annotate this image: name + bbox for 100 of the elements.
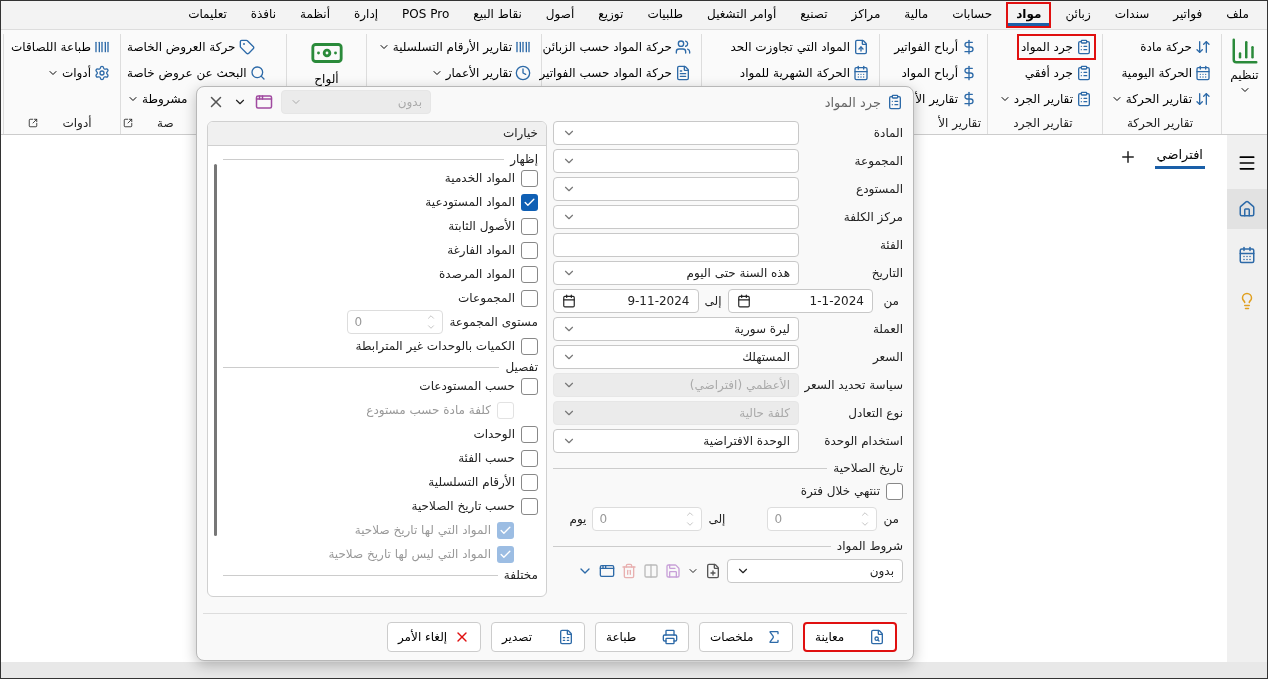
- checkbox-label: المواد المستودعية: [425, 195, 515, 209]
- ribbon-item[interactable]: تقارير الأعمار: [426, 60, 535, 86]
- ribbon-item[interactable]: تقارير الأ: [911, 86, 981, 112]
- date-field[interactable]: 1-1-2024: [727, 289, 873, 313]
- menu-tab[interactable]: فواتير: [1163, 2, 1213, 28]
- checkbox[interactable]: [521, 473, 538, 491]
- delete-icon[interactable]: [621, 563, 637, 579]
- checkbox[interactable]: [521, 241, 538, 259]
- new-file-icon[interactable]: [705, 563, 721, 579]
- scrollbar[interactable]: [214, 164, 217, 536]
- menu-tab[interactable]: إدارة: [344, 2, 389, 28]
- clipboard-icon: [887, 94, 903, 110]
- ribbon-item[interactable]: الحركة اليومية: [1117, 60, 1215, 86]
- dropdown-field[interactable]: [553, 121, 799, 145]
- checkbox[interactable]: [521, 289, 538, 307]
- ribbon-item[interactable]: حركة العروض الخاصة: [123, 34, 259, 60]
- unit-label: يوم: [569, 512, 587, 526]
- form-icon[interactable]: [255, 93, 273, 111]
- checkbox-label: حسب المستودعات: [419, 379, 515, 393]
- menu-tab[interactable]: POS Pro: [392, 2, 460, 28]
- dialog-button[interactable]: ملخصات: [699, 622, 793, 652]
- ribbon-item[interactable]: جرد المواد: [1017, 34, 1096, 60]
- clipboard-icon: [1076, 91, 1092, 107]
- menu-tab[interactable]: مراكز: [841, 2, 891, 28]
- group-label: تقارير الأ: [938, 116, 981, 130]
- tab[interactable]: افتراضي: [1154, 145, 1205, 169]
- ribbon-item[interactable]: أرباح الفواتير: [890, 34, 981, 60]
- ribbon-item[interactable]: المواد التي تجاوزت الحد: [726, 34, 873, 60]
- sidebar-button[interactable]: [1227, 189, 1267, 229]
- clipboard-icon: [1076, 39, 1092, 55]
- checkbox-label: كلفة مادة حسب مستودع: [366, 403, 491, 417]
- dropdown-field[interactable]: المستهلك: [553, 345, 799, 369]
- spin-label: مستوى المجموعة: [449, 315, 538, 329]
- ribbon-item[interactable]: تقارير الجرد: [994, 86, 1096, 112]
- field-label: إلى: [704, 294, 722, 308]
- dropdown-field[interactable]: هذه السنة حتى اليوم: [553, 261, 799, 285]
- dropdown-field[interactable]: [553, 205, 799, 229]
- section-title: تفصيل: [505, 360, 538, 374]
- menu-tab[interactable]: زبائن: [1055, 2, 1101, 28]
- ribbon-button[interactable]: تنظيم: [1221, 34, 1267, 134]
- dialog-button[interactable]: إلغاء الأمر: [387, 622, 481, 652]
- dialog-button[interactable]: معاينة: [803, 622, 897, 652]
- dropdown-field[interactable]: بدون: [727, 559, 903, 583]
- menu-tab[interactable]: ملف: [1216, 2, 1259, 28]
- checkbox[interactable]: [521, 217, 538, 235]
- date-field[interactable]: 9-11-2024: [553, 289, 699, 313]
- ribbon-item[interactable]: مشروطة: [123, 86, 192, 112]
- dollar-icon: [961, 91, 977, 107]
- calendar-icon: [736, 294, 751, 308]
- menu-tab[interactable]: نافذة: [240, 2, 287, 28]
- menu-tab[interactable]: حسابات: [942, 2, 1003, 28]
- checkbox[interactable]: [521, 169, 538, 187]
- menu-tab[interactable]: مواد: [1006, 2, 1052, 28]
- checkbox[interactable]: [521, 497, 538, 515]
- ribbon-item[interactable]: تقارير الأرقام التسلسلية: [373, 34, 535, 60]
- dropdown-field[interactable]: ليرة سورية: [553, 317, 799, 341]
- ribbon-item[interactable]: حركة مادة: [1136, 34, 1215, 60]
- ribbon-item[interactable]: البحث عن عروض خاصة: [123, 60, 270, 86]
- dollar-icon: [961, 65, 977, 81]
- ribbon-item[interactable]: حركة المواد حسب الفواتير: [535, 60, 695, 86]
- ribbon-item[interactable]: طباعة اللصاقات: [7, 34, 114, 60]
- menu-tab[interactable]: تعليمات: [178, 2, 237, 28]
- menu-tab[interactable]: مالية: [894, 2, 939, 28]
- menu-tab[interactable]: أوامر التشغيل: [697, 2, 787, 28]
- window-icon[interactable]: [599, 563, 615, 579]
- ribbon-item[interactable]: جرد أفقي: [1020, 60, 1096, 86]
- field-label: الفئة: [878, 238, 903, 252]
- dialog-button[interactable]: تصدير: [491, 622, 585, 652]
- menu-tab[interactable]: سندات: [1104, 2, 1160, 28]
- menu-tab[interactable]: أصول: [535, 2, 585, 28]
- launcher-icon[interactable]: [123, 118, 133, 128]
- dropdown-field[interactable]: [553, 177, 799, 201]
- dropdown-field[interactable]: الوحدة الافتراضية: [553, 429, 799, 453]
- ribbon-item[interactable]: الحركة الشهرية للمواد: [735, 60, 873, 86]
- save-icon[interactable]: [665, 563, 681, 579]
- ribbon-item[interactable]: تقارير الحركة: [1106, 86, 1215, 112]
- field-label: المادة: [872, 126, 903, 140]
- checkbox-label: حسب تاريخ الصلاحية: [411, 499, 515, 513]
- menu-tab[interactable]: تصنيع: [790, 2, 838, 28]
- checkbox[interactable]: [521, 337, 538, 355]
- dialog-button[interactable]: طباعة: [595, 622, 689, 652]
- checkbox[interactable]: [521, 265, 538, 283]
- menu-tab[interactable]: أنظمة: [290, 2, 340, 28]
- group-label: أدوات: [62, 116, 92, 130]
- checkbox[interactable]: [521, 449, 538, 467]
- ribbon-item[interactable]: حركة المواد حسب الزبائن: [538, 34, 695, 60]
- menu-tab[interactable]: طلبيات: [637, 2, 694, 28]
- section-title: شروط المواد: [836, 539, 903, 553]
- input-field[interactable]: [553, 233, 799, 257]
- field-label: سياسة تحديد السعر: [803, 378, 903, 392]
- menu-tab[interactable]: نقاط البيع: [463, 2, 532, 28]
- launcher-icon[interactable]: [28, 118, 39, 128]
- ribbon-item[interactable]: أرباح المواد: [897, 60, 981, 86]
- checkbox[interactable]: [521, 377, 538, 395]
- checkbox-label: الأرقام التسلسلية: [428, 475, 515, 489]
- checkbox[interactable]: [521, 193, 538, 211]
- dropdown-field[interactable]: [553, 149, 799, 173]
- checkbox[interactable]: [521, 425, 538, 443]
- ribbon-item[interactable]: أدوات: [42, 60, 114, 86]
- menu-tab[interactable]: توزيع: [588, 2, 634, 28]
